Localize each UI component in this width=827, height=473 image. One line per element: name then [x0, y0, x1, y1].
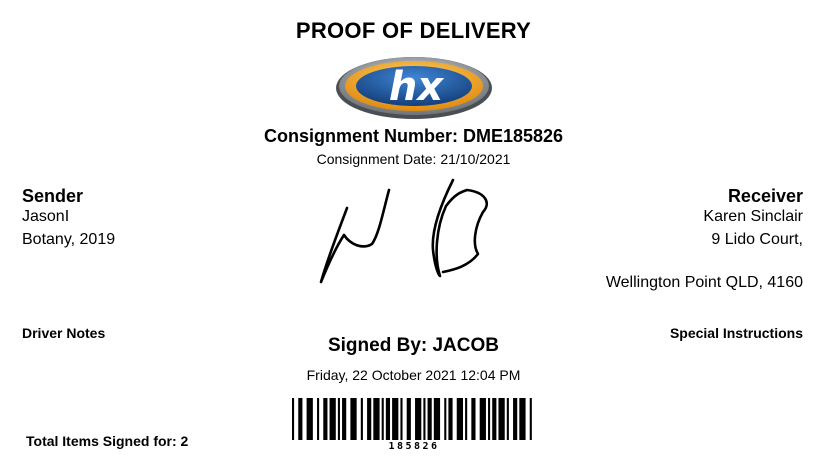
sender-line-suburb: Botany, 2019 — [22, 231, 116, 248]
receiver-heading: Receiver — [727, 186, 803, 206]
barcode-bar — [427, 398, 432, 440]
barcode-bar — [298, 398, 303, 440]
consignment-number: Consignment Number: DME185826 — [263, 126, 564, 146]
barcode-bar — [479, 398, 486, 440]
logo-text: hx — [389, 64, 444, 110]
hx-logo: hx — [336, 57, 492, 119]
barcode-bar — [323, 398, 328, 440]
sender-line-name: JasonI — [22, 208, 70, 225]
signed-date: Friday, 22 October 2021 12:04 PM — [306, 367, 521, 383]
barcode-bar — [329, 398, 336, 440]
barcode-bar — [513, 398, 518, 440]
barcode-number: 185826 — [388, 441, 440, 452]
barcode-bar — [350, 398, 357, 440]
barcode-bar — [492, 398, 497, 440]
barcode-bar — [415, 398, 422, 440]
barcode-bar — [381, 398, 384, 440]
barcode-bar — [423, 398, 426, 440]
barcode-bar — [337, 398, 340, 440]
barcode — [292, 398, 532, 440]
barcode-bar — [444, 398, 447, 440]
barcode-bar — [392, 398, 399, 440]
barcode-bar — [400, 398, 403, 440]
barcode-bar — [498, 398, 505, 440]
barcode-bar — [465, 398, 468, 440]
barcode-bar — [367, 398, 372, 440]
barcode-bar — [456, 398, 464, 440]
barcode-bar — [406, 398, 411, 440]
barcode-bar — [373, 398, 380, 440]
barcode-bar — [529, 398, 532, 440]
barcode-bar — [306, 398, 313, 440]
consignment-date: Consignment Date: 21/10/2021 — [316, 151, 511, 167]
sender-heading: Sender — [22, 186, 84, 206]
barcode-bar — [317, 398, 320, 440]
barcode-bar — [292, 398, 295, 440]
total-items-signed: Total Items Signed for: 2 — [26, 433, 189, 449]
receiver-line-name: Karen Sinclair — [703, 208, 803, 225]
document-title: PROOF OF DELIVERY — [295, 18, 532, 43]
barcode-bar — [506, 398, 509, 440]
barcode-bar — [342, 398, 347, 440]
barcode-bar — [519, 398, 526, 440]
barcode-bar — [360, 398, 363, 440]
signature-image — [319, 178, 488, 284]
barcode-bar — [385, 398, 391, 440]
receiver-line-city: Wellington Point QLD, 4160 — [605, 274, 803, 291]
signed-by: Signed By: JACOB — [327, 335, 500, 356]
barcode-bar — [448, 398, 453, 440]
barcode-bar — [471, 398, 476, 440]
barcode-bar — [433, 398, 441, 440]
receiver-line-street: 9 Lido Court, — [711, 231, 803, 248]
barcode-bar — [488, 398, 491, 440]
